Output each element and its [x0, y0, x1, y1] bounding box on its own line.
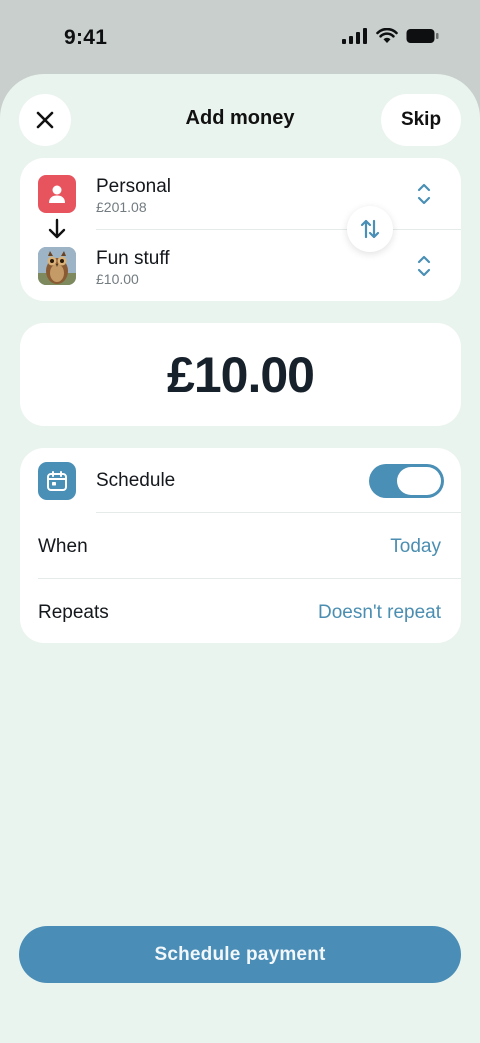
- status-bar: 9:41: [0, 0, 480, 76]
- accounts-divider: [96, 229, 461, 230]
- arrow-down-icon: [48, 218, 66, 239]
- calendar-icon: [38, 462, 76, 500]
- from-account-balance: £201.08: [96, 199, 147, 215]
- add-money-sheet: Add money Skip Personal £201.08 Fun stuf…: [0, 74, 480, 1043]
- amount-card[interactable]: £10.00: [20, 323, 461, 426]
- battery-icon: [406, 29, 439, 43]
- chevron-updown-icon[interactable]: [417, 254, 431, 278]
- schedule-card: Schedule When Today Repeats Doesn't repe…: [20, 448, 461, 643]
- signal-icon: [342, 28, 367, 44]
- when-value[interactable]: Today: [390, 536, 441, 558]
- swap-accounts-button[interactable]: [347, 206, 393, 252]
- owl-avatar: [38, 247, 76, 285]
- swap-icon: [360, 219, 380, 239]
- wifi-icon: [376, 28, 398, 43]
- to-account-balance: £10.00: [96, 271, 139, 287]
- personal-avatar: [38, 175, 76, 213]
- status-time: 9:41: [64, 26, 108, 49]
- repeats-label: Repeats: [38, 602, 109, 623]
- chevron-updown-icon[interactable]: [417, 182, 431, 206]
- amount-value[interactable]: £10.00: [167, 346, 315, 404]
- accounts-card: Personal £201.08 Fun stuff £10.00: [20, 158, 461, 301]
- when-divider: [38, 578, 461, 579]
- status-icons: [342, 28, 440, 44]
- when-label: When: [38, 536, 88, 557]
- to-account-name[interactable]: Fun stuff: [96, 248, 170, 270]
- from-account-name[interactable]: Personal: [96, 176, 171, 198]
- repeats-value[interactable]: Doesn't repeat: [318, 602, 441, 624]
- toggle-knob: [397, 467, 441, 495]
- skip-button[interactable]: Skip: [381, 94, 461, 146]
- schedule-divider: [96, 512, 461, 513]
- schedule-toggle[interactable]: [369, 464, 444, 498]
- person-icon: [49, 185, 65, 203]
- schedule-payment-button[interactable]: Schedule payment: [19, 926, 461, 983]
- schedule-label: Schedule: [96, 470, 176, 491]
